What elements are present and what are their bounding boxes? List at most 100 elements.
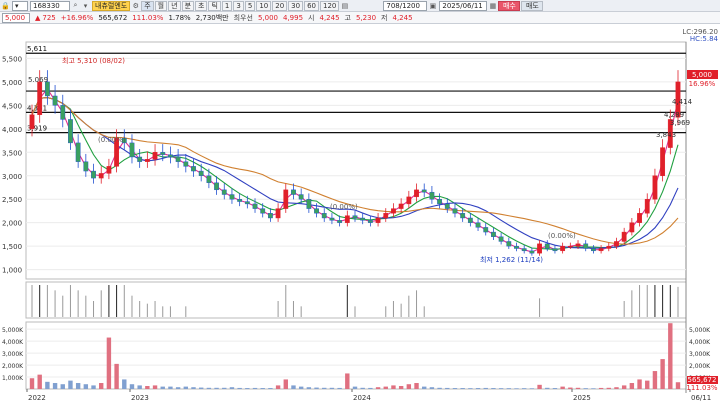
tab-period-month[interactable]: 월 — [154, 0, 168, 11]
lock-icon[interactable]: 🔒 — [1, 1, 10, 11]
minute-5-button[interactable]: 5 — [244, 0, 256, 11]
volume-bar — [414, 383, 419, 389]
date-input[interactable]: 2025/06/11 — [439, 0, 488, 11]
buy-button[interactable]: 매수 — [498, 0, 521, 11]
minute-30-button[interactable]: 30 — [288, 0, 304, 11]
volume-bar — [198, 387, 204, 389]
minute-120-button[interactable]: 120 — [320, 0, 340, 11]
quote-bar: 5,000 ▲ 725 +16.96% 565,672 111.03% 1.78… — [0, 12, 720, 24]
sell-button[interactable]: 매도 — [521, 0, 544, 11]
open-price: 4,245 — [319, 13, 340, 22]
chart-window: 🔒 ▾ 168330 ⌕ ▾ 내츄럴엔도 ⚙ 주 월 년 분 초 틱 1 3 5… — [0, 0, 720, 404]
volume-bar — [137, 385, 142, 389]
minute-3-button[interactable]: 3 — [233, 0, 244, 11]
volume-tick-label-left: 2,000K — [2, 363, 24, 370]
low-label: 저 — [381, 13, 388, 22]
volume-bar — [260, 388, 265, 389]
volume-bar — [191, 387, 196, 389]
candle-body — [529, 250, 535, 254]
volume-bar — [37, 374, 42, 389]
indicator-hc: HC:5.84 — [690, 35, 719, 43]
candle-body — [475, 222, 481, 228]
volume-ratio: 111.03% — [132, 13, 164, 22]
volume-bar — [491, 388, 496, 389]
search-icon[interactable]: ⌕ — [71, 1, 80, 11]
volume-bar — [660, 359, 665, 389]
volume-bar — [306, 387, 312, 389]
volume-tag-text: 565,672 — [688, 376, 717, 384]
volume-bar — [483, 387, 488, 389]
x-tick-label: 2025 — [573, 394, 591, 402]
tab-period-week[interactable]: 주 — [141, 0, 154, 11]
best-quote-label: 최우선 — [233, 13, 253, 22]
calendar-icon[interactable]: ▦ — [488, 1, 497, 11]
candle-body — [191, 166, 196, 172]
candle-body — [621, 231, 627, 242]
volume-bar — [614, 387, 619, 389]
volume-bar — [60, 384, 65, 389]
tab-period-minute[interactable]: 분 — [181, 0, 195, 11]
candle-body — [452, 208, 458, 214]
minute-60-button[interactable]: 60 — [304, 0, 320, 11]
low-price: 4,245 — [392, 13, 413, 22]
candle-body — [329, 217, 335, 221]
range-input[interactable]: 708/1200 — [383, 0, 428, 11]
market-select[interactable]: ▾ — [12, 0, 28, 11]
minute-10-button[interactable]: 10 — [256, 0, 272, 11]
candle-body — [498, 236, 504, 242]
volume-tick-label-left: 3,000K — [2, 351, 24, 358]
price-chart[interactable]: LC:296.20 HC:5.84 5,6114,3513,919 1,0001… — [0, 24, 720, 404]
turnover: 1.78% — [168, 13, 191, 22]
tab-period-second[interactable]: 초 — [195, 0, 208, 11]
volume-bar — [352, 386, 358, 389]
trade-amount: 2,730백만 — [195, 13, 229, 22]
dropdown-icon[interactable]: ▾ — [81, 1, 90, 11]
settings-icon[interactable]: ⚙ — [131, 1, 140, 11]
ratio-label-2: (0.00%) — [330, 203, 358, 211]
minute-1-button[interactable]: 1 — [221, 0, 233, 11]
volume-bar — [175, 387, 181, 389]
price-change: 725 — [42, 13, 56, 22]
x-tick-label: 2023 — [131, 394, 149, 402]
volume-bar — [445, 387, 450, 389]
best-ask: 5,000 — [257, 13, 278, 22]
volume-bar — [129, 384, 135, 389]
candle-body — [421, 189, 427, 193]
candle-body — [567, 245, 573, 248]
tab-period-year[interactable]: 년 — [168, 0, 181, 11]
candle-body — [660, 147, 666, 176]
volume-bar — [360, 387, 365, 389]
volume-bar — [529, 388, 535, 389]
candle-body — [383, 213, 389, 219]
volume-bar — [591, 388, 596, 389]
candle-body — [583, 243, 589, 249]
fixed-icon[interactable]: ▤ — [340, 1, 349, 11]
volume-bar — [298, 386, 304, 389]
volume-bar — [468, 388, 473, 389]
candle-body — [106, 166, 112, 174]
volume-pct-tag: 111.03% — [686, 384, 717, 392]
volume-bar — [422, 386, 427, 389]
candle-body — [506, 241, 512, 247]
best-bid: 4,995 — [282, 13, 304, 22]
stock-name-badge[interactable]: 내츄럴엔도 — [92, 0, 131, 11]
candle-body — [560, 245, 566, 252]
volume-bar — [45, 381, 50, 389]
volume-bar — [183, 386, 189, 389]
candle-body — [260, 208, 266, 214]
candle-body — [337, 220, 343, 223]
price-pct-tag: 16.96% — [689, 80, 716, 88]
x-tick-label: 2022 — [28, 394, 46, 402]
volume-bar — [375, 387, 381, 389]
candle-body — [360, 217, 366, 221]
candle-body — [629, 222, 635, 233]
volume-bar — [29, 378, 35, 389]
candle-body — [652, 175, 658, 200]
code-input[interactable]: 168330 — [30, 0, 70, 11]
minute-20-button[interactable]: 20 — [272, 0, 288, 11]
volume-bar — [345, 373, 350, 389]
volume-tick-label-right: 4,000K — [689, 339, 711, 346]
tab-period-tick[interactable]: 틱 — [208, 0, 221, 11]
pin-icon[interactable]: ▣ — [428, 1, 437, 11]
price-tick-label: 4,500 — [2, 102, 22, 110]
